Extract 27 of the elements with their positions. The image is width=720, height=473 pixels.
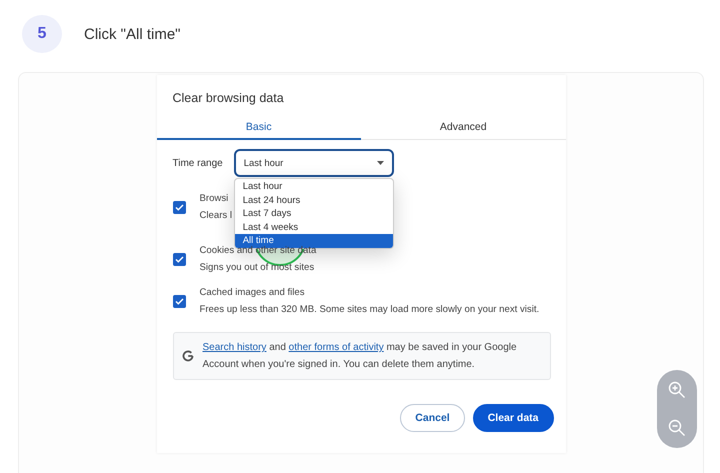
time-range-select[interactable]: Last hour (234, 149, 394, 177)
field-label: Time range (172, 158, 223, 168)
link[interactable]: other forms of activity (288, 342, 384, 353)
dropdown-option[interactable]: Last 24 hours (234, 194, 393, 207)
option-description: Signs you out of most sites (200, 260, 316, 274)
notice-text: Search history and other forms of activity may be saved in your Google Account when you're signed in. You can delete them anytime. (202, 341, 518, 372)
tab[interactable]: Basic (156, 115, 361, 140)
checkbox[interactable] (172, 295, 186, 308)
option-description: Clears l (200, 208, 232, 222)
dropdown-option[interactable]: Last 7 days (234, 207, 393, 220)
cancel-button[interactable]: Cancel (400, 404, 465, 432)
dropdown-option[interactable]: Last hour (234, 180, 393, 194)
g-logo-icon (182, 350, 194, 362)
checkbox[interactable] (172, 253, 186, 266)
dropdown-option[interactable]: All time (234, 234, 393, 248)
option-description: Frees up less than 320 MB. Some sites may load more slowly on your next visit. (200, 302, 540, 316)
caret-icon (376, 161, 384, 165)
clear-data-button[interactable]: Clear data (472, 404, 554, 432)
dropdown-option[interactable]: Last 4 weeks (234, 220, 393, 234)
option-title: Cached images and files (200, 286, 306, 300)
option-title: Browsi (200, 192, 230, 206)
tab[interactable]: Advanced (361, 115, 566, 140)
link[interactable]: Search history (202, 342, 266, 353)
step-number: 5 (22, 15, 62, 53)
checkbox[interactable] (172, 201, 186, 214)
step-instruction: Click "All time" (84, 26, 180, 42)
dialog-title: Clear browsing data (172, 90, 284, 105)
